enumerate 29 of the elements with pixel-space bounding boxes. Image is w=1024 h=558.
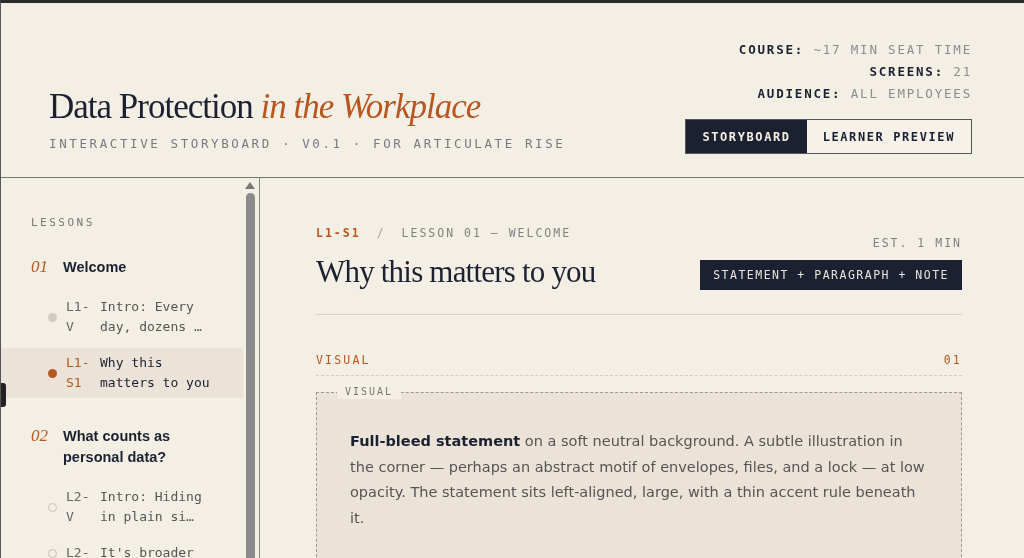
scrollbar-thumb[interactable] bbox=[245, 193, 255, 558]
lesson-title[interactable]: What counts as personal data? bbox=[63, 426, 233, 468]
visual-description: Full-bleed statement on a soft neutral background. A subtle illustration in the corner — perhaps an abstract motif of envelopes, files, and a lock — at low opacity. The statement sits left-aligned, large, with a thin accent rule beneath it. bbox=[350, 432, 926, 528]
time-estimate: EST. 1 MIN bbox=[872, 236, 962, 250]
scroll-up-icon[interactable] bbox=[245, 182, 255, 189]
course-subtitle: INTERACTIVE STORYBOARD · V0.1 · FOR ARTICULATE RISE bbox=[49, 136, 566, 151]
view-tab[interactable]: LEARNER PREVIEW bbox=[806, 120, 971, 153]
section-number: 01 bbox=[943, 353, 962, 367]
course-meta: COURSE: ~17 MIN SEAT TIME bbox=[738, 41, 972, 59]
sidebar-heading: LESSONS bbox=[30, 216, 96, 229]
lesson-number: 01 bbox=[31, 257, 49, 278]
course-meta: AUDIENCE: ALL EMPLOYEES bbox=[757, 85, 972, 103]
view-tab[interactable]: STORYBOARD bbox=[686, 120, 807, 153]
side-handle[interactable] bbox=[1, 383, 6, 407]
breadcrumb: LESSON 01 — WELCOME bbox=[401, 226, 572, 240]
screen-item[interactable]: L1-S1 Why this matters to you bbox=[1, 348, 243, 398]
pattern-tag: STATEMENT + PARAGRAPH + NOTE bbox=[700, 260, 962, 290]
card-label: VISUAL bbox=[337, 385, 402, 399]
lesson-title[interactable]: Welcome bbox=[63, 257, 127, 278]
screen-item[interactable]: L2-V Intro: Hiding in plain si… bbox=[1, 482, 243, 532]
screen-title: Why this matters to you bbox=[316, 254, 596, 290]
screen-item[interactable]: L1-V Intro: Every day, dozens … bbox=[1, 292, 243, 342]
screen-code: L1-S1 bbox=[316, 226, 361, 240]
course-title: Data Protection in the Workplace bbox=[49, 87, 482, 126]
screen-item[interactable]: L2- It's broader bbox=[1, 538, 243, 558]
breadcrumb-separator: / bbox=[376, 226, 386, 240]
course-meta: SCREENS: 21 bbox=[869, 63, 972, 81]
lesson-number: 02 bbox=[31, 426, 49, 447]
section-label: VISUAL bbox=[316, 353, 371, 367]
